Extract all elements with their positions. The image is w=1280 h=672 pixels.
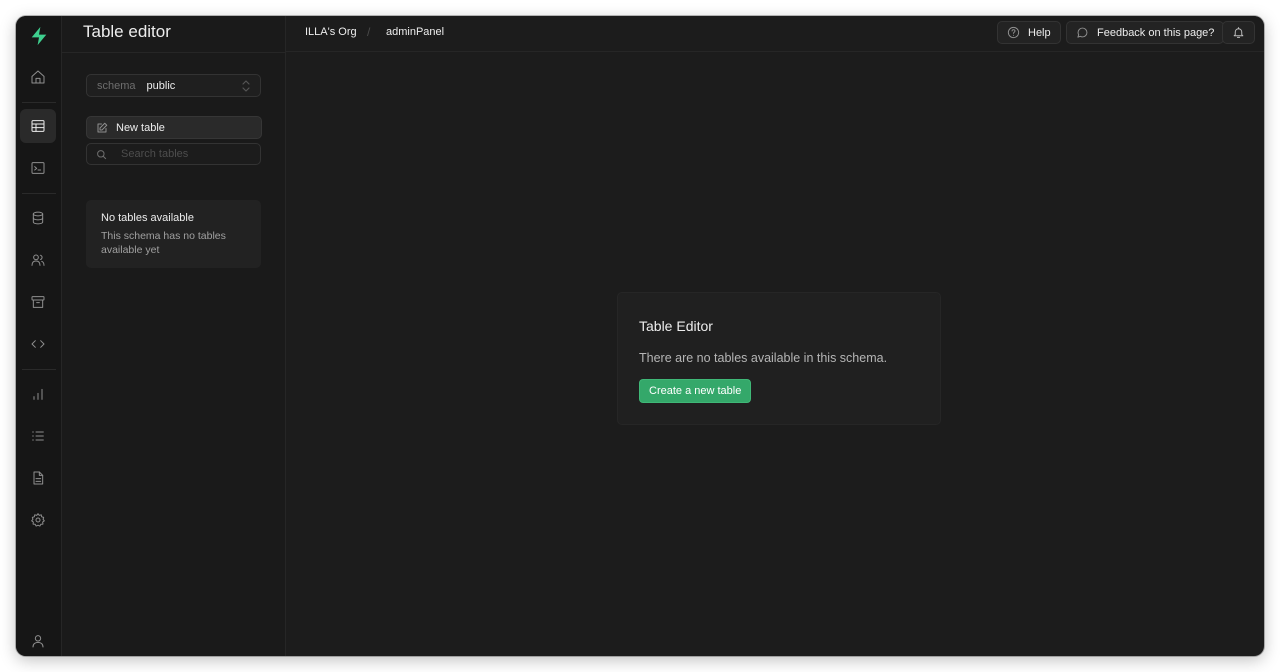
feedback-button[interactable]: Feedback on this page? (1066, 21, 1225, 44)
new-table-label: New table (116, 121, 165, 134)
empty-tables-notice: No tables available This schema has no t… (86, 200, 261, 268)
help-button[interactable]: Help (997, 21, 1061, 44)
feedback-label: Feedback on this page? (1097, 26, 1215, 39)
card-title: Table Editor (639, 318, 713, 334)
table-editor-empty-card: Table Editor There are no tables availab… (617, 292, 941, 425)
list-icon[interactable] (20, 419, 56, 453)
card-description: There are no tables available in this sc… (639, 351, 888, 365)
icon-rail (16, 16, 62, 656)
rail-divider (22, 193, 56, 194)
schema-select[interactable]: schema public (86, 74, 261, 97)
breadcrumb-project[interactable]: adminPanel (386, 26, 444, 38)
users-icon[interactable] (20, 243, 56, 277)
home-icon[interactable] (20, 60, 56, 94)
table-icon[interactable] (20, 109, 56, 143)
create-new-table-button[interactable]: Create a new table (639, 379, 752, 403)
empty-tables-description: This schema has no tables available yet (101, 230, 226, 256)
code-icon[interactable] (20, 327, 56, 361)
breadcrumb-org[interactable]: ILLA's Org (305, 26, 357, 38)
search-tables-input[interactable] (121, 148, 251, 160)
top-bar: ILLA's Org / adminPanel Help Feedback on… (286, 16, 1264, 52)
search-icon (97, 149, 107, 159)
help-circle-icon (1007, 26, 1020, 39)
empty-tables-title: No tables available (101, 212, 194, 224)
user-icon[interactable] (20, 624, 56, 656)
breadcrumb-separator: / (367, 25, 371, 39)
file-icon[interactable] (20, 461, 56, 495)
supabase-logo-icon[interactable] (26, 23, 52, 49)
notifications-button[interactable] (1222, 21, 1255, 44)
app-window: Table editor schema public New table No … (16, 16, 1264, 656)
message-circle-icon (1077, 27, 1088, 38)
bell-icon (1233, 27, 1244, 38)
rail-divider (22, 102, 56, 103)
panel-divider (62, 52, 286, 53)
rail-divider (22, 369, 56, 370)
table-editor-panel: Table editor schema public New table No … (62, 16, 286, 656)
edit-icon (97, 122, 108, 132)
schema-label: schema (97, 79, 136, 92)
database-icon[interactable] (20, 201, 56, 235)
page-title: Table editor (83, 22, 171, 41)
search-tables-field[interactable] (86, 143, 261, 165)
chevron-up-down-icon (242, 80, 250, 92)
settings-icon[interactable] (20, 503, 56, 537)
archive-icon[interactable] (20, 285, 56, 319)
terminal-icon[interactable] (20, 151, 56, 185)
new-table-button[interactable]: New table (86, 116, 262, 139)
bar-chart-icon[interactable] (20, 377, 56, 411)
schema-value: public (146, 79, 176, 92)
help-label: Help (1028, 26, 1051, 39)
